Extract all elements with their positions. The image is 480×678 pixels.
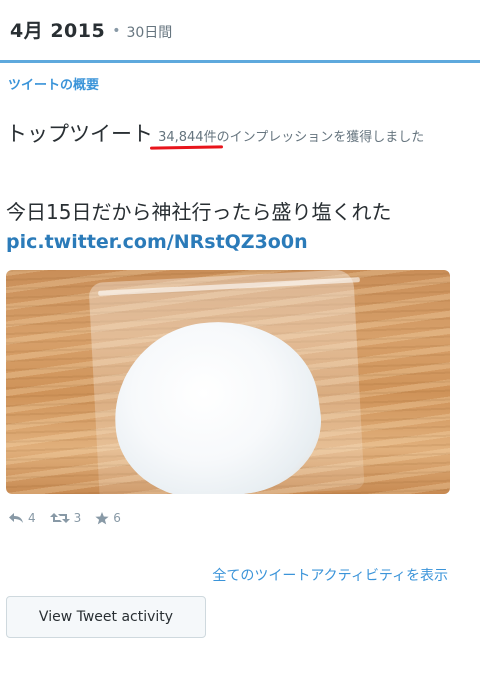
tweet-body: 今日15日だから神社行ったら盛り塩くれた pic.twitter.com/NRs… — [6, 197, 472, 257]
header-separator: • — [112, 23, 121, 39]
favorite-count: 6 — [113, 511, 121, 525]
tweet-media-link[interactable]: pic.twitter.com/NRstQZ3o0n — [6, 227, 472, 257]
all-tweet-activity-link[interactable]: 全てのツイートアクティビティを表示 — [212, 565, 448, 585]
section-title: ツイートの概要 — [8, 78, 100, 93]
tweet-text: 今日15日だから神社行ったら盛り塩くれた — [6, 200, 392, 224]
reply-icon — [9, 513, 23, 523]
period-label: 30日間 — [126, 25, 173, 41]
impressions-suffix: のインプレッションを獲得しました — [216, 130, 425, 145]
summary-header: 4月 2015 • 30日間 — [10, 16, 172, 43]
header-divider — [0, 60, 480, 63]
impressions-text: 34,844件のインプレッションを獲得しました — [158, 130, 424, 145]
tweet-photo[interactable] — [6, 270, 450, 494]
retweet-count: 3 — [73, 511, 82, 525]
reply-action[interactable]: 4 — [8, 511, 36, 525]
reply-count: 4 — [28, 511, 36, 525]
retweet-icon — [49, 513, 70, 523]
top-tweet-summary: トップツイート 34,844件のインプレッションを獲得しました — [6, 114, 468, 158]
view-tweet-activity-button[interactable]: View Tweet activity — [6, 596, 206, 638]
favorite-action[interactable]: 6 — [95, 511, 121, 525]
retweet-action[interactable]: 3 — [49, 511, 82, 525]
top-tweet-label: トップツイート — [6, 122, 153, 146]
impressions-count: 34,844件 — [158, 130, 217, 145]
month-title: 4月 2015 — [10, 20, 106, 42]
star-icon — [95, 511, 109, 524]
tweet-actions: 4 3 6 — [8, 511, 135, 525]
